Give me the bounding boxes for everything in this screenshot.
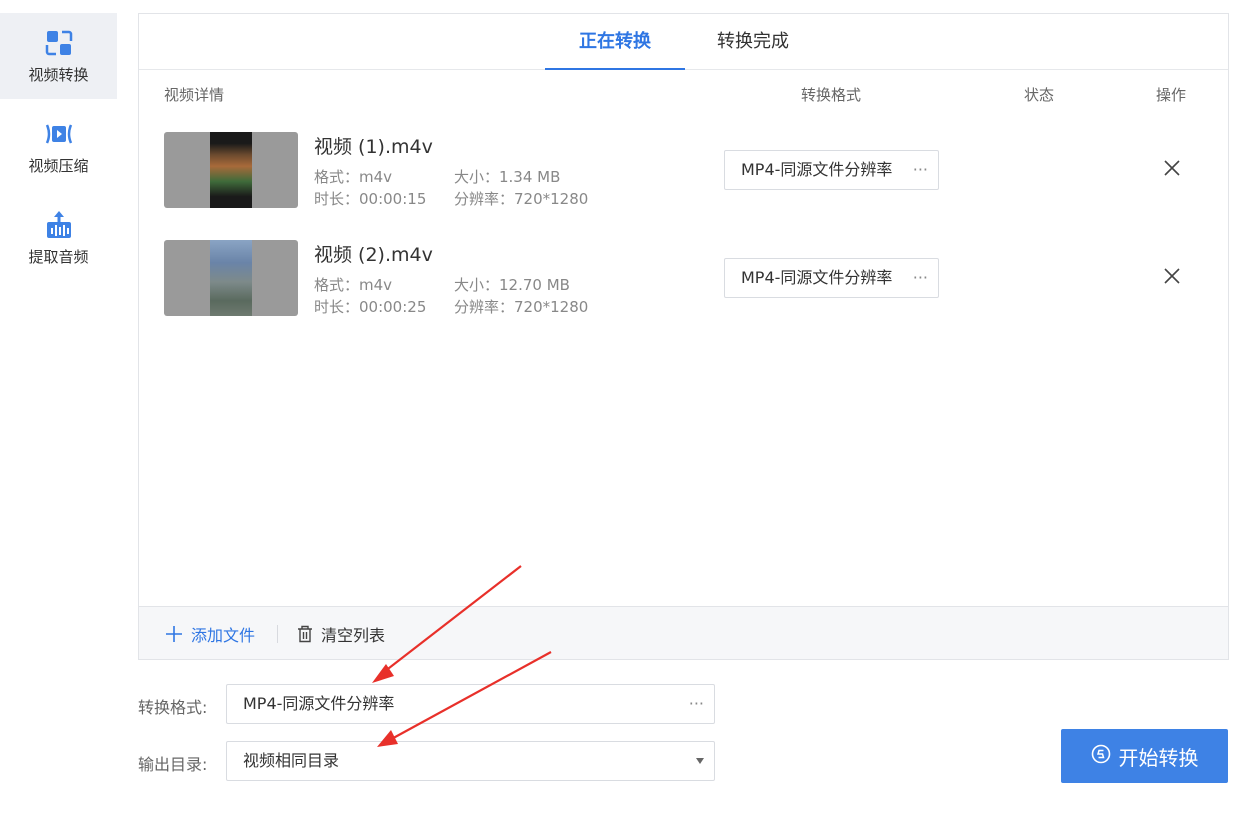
add-file-button[interactable]: 添加文件 — [165, 622, 255, 646]
clear-list-button[interactable]: 清空列表 — [297, 622, 385, 646]
remove-file-button[interactable] — [1162, 266, 1182, 286]
table-row: 视频 (2).m4v 格式：m4v 大小：12.70 MB 时长：00:00:2… — [164, 240, 1204, 316]
output-dir-label: 输出目录: — [138, 755, 208, 774]
convert-icon — [44, 28, 74, 58]
conversion-panel: 正在转换 转换完成 视频详情 转换格式 状态 操作 视频 (1).m4v 格式：… — [138, 13, 1229, 660]
column-header-format: 转换格式 — [801, 86, 862, 104]
file-duration: 时长：00:00:15 — [314, 190, 427, 208]
file-resolution: 分辨率：720*1280 — [454, 298, 589, 316]
add-file-label: 添加文件 — [191, 626, 256, 645]
target-format-selector[interactable]: MP4-同源文件分辨率 ··· — [724, 150, 939, 190]
remove-file-button[interactable] — [1162, 158, 1182, 178]
plus-icon — [166, 626, 182, 642]
sidebar-item-label: 视频压缩 — [28, 156, 89, 175]
video-thumbnail — [164, 240, 298, 316]
file-format: 格式：m4v — [314, 276, 393, 294]
sidebar-item-video-convert[interactable]: 视频转换 — [0, 13, 117, 99]
format-selector[interactable]: MP4-同源文件分辨率 ··· — [226, 684, 715, 724]
start-convert-label: 开始转换 — [1118, 745, 1199, 770]
divider — [277, 625, 278, 643]
tab-bar: 正在转换 转换完成 — [139, 14, 1228, 70]
sidebar-item-video-compress[interactable]: 视频压缩 — [0, 104, 117, 190]
file-size: 大小：1.34 MB — [454, 168, 561, 186]
file-duration: 时长：00:00:25 — [314, 298, 427, 316]
trash-icon — [298, 625, 312, 643]
target-format-value: MP4-同源文件分辨率 — [741, 160, 893, 179]
app-window: 视频转换 视频压缩 提取音频 正在转换 转换完成 视频详情 转换格式 状态 操作… — [0, 0, 1242, 815]
close-icon — [1164, 160, 1180, 176]
file-name: 视频 (1).m4v — [314, 136, 433, 158]
compress-icon — [44, 119, 74, 149]
close-icon — [1164, 268, 1180, 284]
file-format: 格式：m4v — [314, 168, 393, 186]
column-header-details: 视频详情 — [164, 86, 225, 104]
sidebar-item-label: 提取音频 — [28, 247, 89, 266]
column-header-status: 状态 — [1024, 86, 1055, 104]
file-name: 视频 (2).m4v — [314, 244, 433, 266]
more-icon: ··· — [912, 268, 928, 287]
sidebar: 视频转换 视频压缩 提取音频 — [0, 13, 117, 286]
file-list-footer: 添加文件 清空列表 — [139, 606, 1228, 659]
chevron-down-icon — [696, 758, 704, 764]
more-icon: ··· — [688, 694, 704, 713]
tab-converting[interactable]: 正在转换 — [545, 14, 685, 70]
format-label: 转换格式: — [138, 698, 208, 717]
start-convert-button[interactable]: 开始转换 — [1061, 729, 1228, 783]
file-size: 大小：12.70 MB — [454, 276, 570, 294]
audio-extract-icon — [44, 210, 74, 240]
column-header-actions: 操作 — [1156, 86, 1187, 104]
format-value: MP4-同源文件分辨率 — [243, 694, 395, 713]
table-row: 视频 (1).m4v 格式：m4v 大小：1.34 MB 时长：00:00:15… — [164, 132, 1204, 208]
output-dir-value: 视频相同目录 — [243, 751, 340, 770]
tab-completed[interactable]: 转换完成 — [717, 14, 789, 70]
more-icon: ··· — [912, 160, 928, 179]
video-thumbnail — [164, 132, 298, 208]
output-dir-select[interactable]: 视频相同目录 — [226, 741, 715, 781]
sidebar-item-extract-audio[interactable]: 提取音频 — [0, 195, 117, 281]
file-resolution: 分辨率：720*1280 — [454, 190, 589, 208]
sidebar-item-label: 视频转换 — [28, 65, 89, 84]
target-format-selector[interactable]: MP4-同源文件分辨率 ··· — [724, 258, 939, 298]
target-format-value: MP4-同源文件分辨率 — [741, 268, 893, 287]
clear-list-label: 清空列表 — [321, 626, 386, 645]
convert-coin-icon — [1091, 744, 1111, 769]
